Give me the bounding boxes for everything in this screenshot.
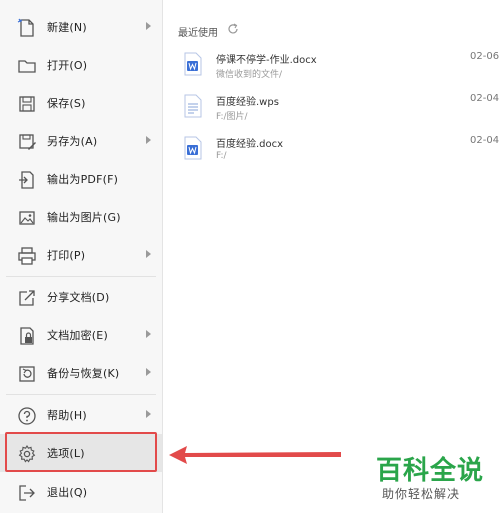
menu-item-label: 新建(N) — [47, 21, 87, 34]
file-date: 02-04 — [470, 93, 500, 104]
menu-item-export-pdf[interactable]: 输出为PDF(F) — [0, 160, 162, 198]
recent-file-item[interactable]: 百度经验.docx F:/ 02-04 — [170, 132, 500, 174]
menu-item-export-image[interactable]: 输出为图片(G) — [0, 198, 162, 236]
word-doc-icon — [184, 136, 202, 160]
lock-icon — [20, 327, 34, 345]
menu-item-label: 分享文档(D) — [47, 291, 110, 304]
file-path: 微信收到的文件/ — [216, 70, 283, 80]
save-icon — [19, 96, 35, 112]
recent-file-item[interactable]: 停课不停学-作业.docx 微信收到的文件/ 02-06 — [170, 48, 500, 90]
menu-item-label: 退出(Q) — [47, 486, 88, 499]
save-as-icon — [19, 134, 36, 150]
menu-item-label: 输出为PDF(F) — [47, 173, 119, 186]
menu-item-save[interactable]: 保存(S) — [0, 84, 162, 122]
file-date: 02-04 — [470, 135, 500, 146]
file-name: 百度经验.wps — [216, 97, 279, 108]
printer-icon — [18, 247, 36, 265]
menu-item-label: 另存为(A) — [47, 135, 98, 148]
word-doc-icon — [184, 52, 202, 76]
recent-file-item[interactable]: 百度经验.wps F:/图片/ 02-04 — [170, 90, 500, 132]
pdf-export-icon — [19, 171, 34, 189]
menu-item-label: 保存(S) — [47, 97, 86, 110]
menu-divider — [6, 276, 156, 277]
share-icon — [19, 290, 35, 306]
watermark-subtitle: 助你轻松解决 — [382, 487, 461, 501]
menu-item-label: 打开(O) — [47, 59, 88, 72]
folder-icon — [18, 60, 36, 73]
menu-item-save-as[interactable]: 另存为(A) — [0, 122, 162, 160]
watermark-title: 百科全说 — [376, 456, 485, 486]
help-icon — [18, 407, 36, 425]
menu-item-label: 文档加密(E) — [47, 329, 108, 342]
menu-item-label: 输出为图片(G) — [47, 211, 121, 224]
menu-item-open[interactable]: 打开(O) — [0, 46, 162, 84]
chevron-right-icon — [146, 22, 151, 30]
backup-icon — [19, 366, 35, 382]
refresh-icon[interactable] — [227, 23, 239, 35]
file-menu-panel: 新建(N) 打开(O) 保存(S) 另存为(A) 输出为PDF(F) 输出为图片… — [0, 0, 163, 513]
annotation-arrow-icon — [169, 446, 341, 464]
chevron-right-icon — [146, 136, 151, 144]
menu-item-label: 备份与恢复(K) — [47, 367, 120, 380]
exit-icon — [19, 485, 35, 501]
chevron-right-icon — [146, 410, 151, 418]
image-export-icon — [19, 211, 35, 225]
wps-doc-icon — [184, 94, 202, 118]
recent-files-title: 最近使用 — [178, 28, 218, 39]
chevron-right-icon — [146, 250, 151, 258]
file-date: 02-06 — [470, 51, 500, 62]
menu-item-label: 打印(P) — [47, 249, 86, 262]
file-name: 停课不停学-作业.docx — [216, 55, 317, 66]
menu-divider — [6, 394, 156, 395]
file-name: 百度经验.docx — [216, 139, 284, 150]
menu-item-exit[interactable]: 退出(Q) — [0, 473, 162, 511]
menu-item-backup-restore[interactable]: 备份与恢复(K) — [0, 354, 162, 392]
options-highlight-box — [5, 432, 157, 472]
menu-item-encrypt[interactable]: 文档加密(E) — [0, 316, 162, 354]
menu-item-new[interactable]: 新建(N) — [0, 8, 162, 46]
menu-item-print[interactable]: 打印(P) — [0, 236, 162, 274]
new-doc-icon — [17, 18, 34, 37]
menu-item-help[interactable]: 帮助(H) — [0, 396, 162, 434]
chevron-right-icon — [146, 330, 151, 338]
file-path: F:/图片/ — [216, 112, 248, 122]
chevron-right-icon — [146, 368, 151, 376]
file-path: F:/ — [216, 151, 227, 161]
menu-item-share[interactable]: 分享文档(D) — [0, 278, 162, 316]
menu-item-label: 帮助(H) — [47, 409, 87, 422]
